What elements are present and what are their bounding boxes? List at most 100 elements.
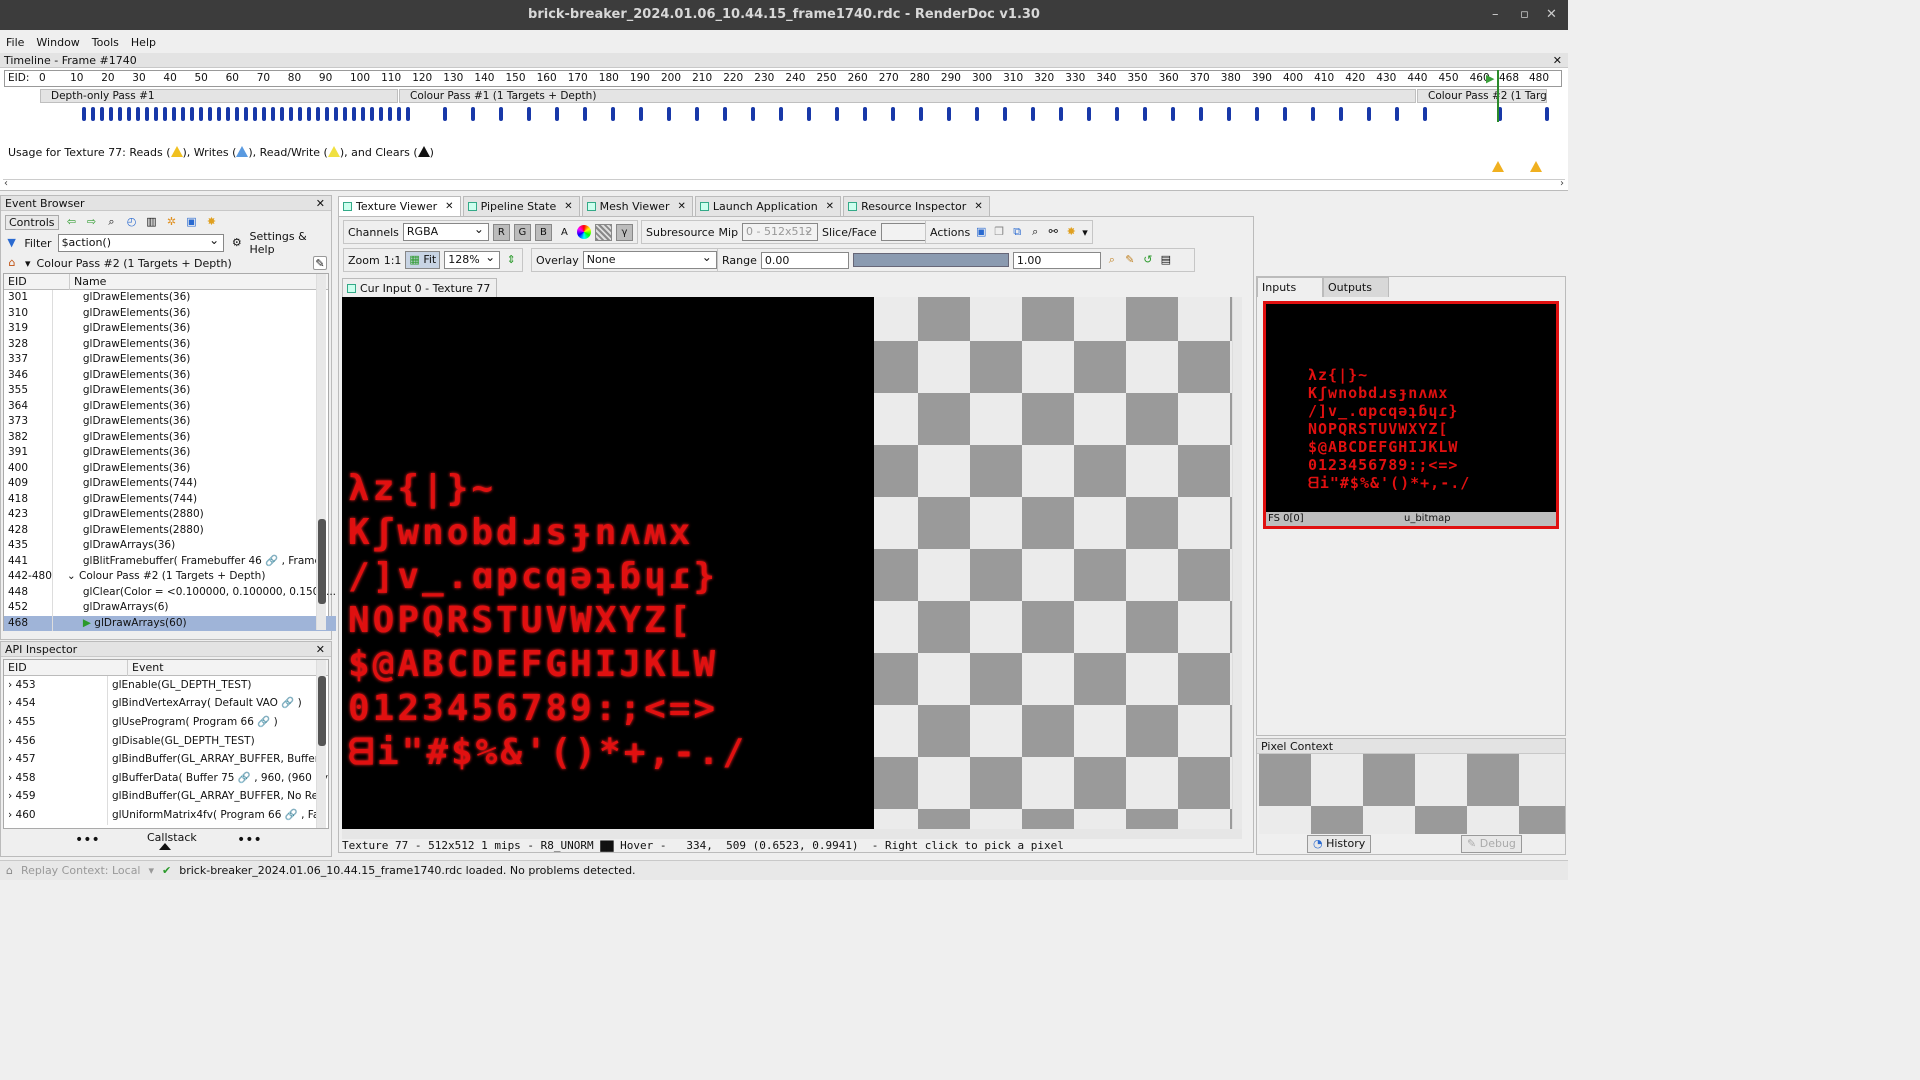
- event-marker[interactable]: [1087, 107, 1091, 121]
- event-row[interactable]: 441 glBlitFramebuffer( Framebuffer 46 🔗 ,…: [4, 553, 336, 569]
- mip-select[interactable]: 0 - 512x512: [742, 221, 819, 241]
- event-row[interactable]: 428 glDrawElements(2880): [4, 522, 336, 538]
- settings-star-icon[interactable]: ✸: [1064, 225, 1078, 239]
- tab-inputs[interactable]: Inputs: [1257, 277, 1323, 297]
- event-marker[interactable]: [1143, 107, 1147, 121]
- event-marker[interactable]: [181, 107, 185, 121]
- event-marker[interactable]: [527, 107, 531, 121]
- event-marker[interactable]: [406, 107, 410, 121]
- event-marker[interactable]: [723, 107, 727, 121]
- event-marker[interactable]: [199, 107, 203, 121]
- close-icon[interactable]: ✕: [316, 642, 325, 657]
- read-usage-marker-icon[interactable]: [1530, 161, 1542, 172]
- pixel-context-view[interactable]: [1259, 754, 1565, 834]
- event-marker[interactable]: [1059, 107, 1063, 121]
- event-row[interactable]: 452 glDrawArrays(6): [4, 600, 336, 616]
- api-row[interactable]: › 460 glUniformMatrix4fv( Program 66 🔗 , …: [4, 806, 328, 825]
- event-marker[interactable]: [695, 107, 699, 121]
- minimize-icon[interactable]: –: [1492, 0, 1499, 30]
- event-marker[interactable]: [471, 107, 475, 121]
- tab-cur-input[interactable]: Cur Input 0 - Texture 77: [342, 278, 498, 297]
- event-marker[interactable]: [217, 107, 221, 121]
- close-icon[interactable]: ✕: [1553, 53, 1562, 68]
- column-name[interactable]: Name: [70, 274, 318, 290]
- api-row[interactable]: › 459 glBindBuffer(GL_ARRAY_BUFFER, No Re…: [4, 787, 328, 807]
- chevron-right-icon[interactable]: ›: [8, 790, 16, 802]
- close-icon[interactable]: ✕: [445, 197, 453, 216]
- channel-g-toggle[interactable]: G: [513, 223, 531, 241]
- event-marker[interactable]: [779, 107, 783, 121]
- event-marker[interactable]: [639, 107, 643, 121]
- chevron-right-icon[interactable]: ›: [8, 772, 16, 784]
- event-row[interactable]: 364 glDrawElements(36): [4, 398, 336, 414]
- event-marker[interactable]: [1255, 107, 1259, 121]
- texture-thumbnail[interactable]: λz{|}~ Kʃwnobdɹsɟnʌʍx/]v_.ɑpcqǝʇɓɥɾ} NOPQR…: [1263, 301, 1559, 529]
- binoculars-icon[interactable]: ⌕: [1028, 225, 1042, 239]
- close-icon[interactable]: ✕: [974, 197, 982, 216]
- event-row[interactable]: 423 glDrawElements(2880): [4, 507, 336, 523]
- close-icon[interactable]: ✕: [316, 196, 325, 211]
- api-row[interactable]: › 457 glBindBuffer(GL_ARRAY_BUFFER, Buffe…: [4, 750, 328, 769]
- home-icon[interactable]: ⌂: [5, 256, 19, 270]
- range-min-input[interactable]: 0.00: [760, 251, 849, 269]
- event-marker[interactable]: [280, 107, 284, 121]
- find-icon[interactable]: ⌕: [105, 215, 119, 229]
- event-marker[interactable]: [1395, 107, 1399, 121]
- event-marker[interactable]: [334, 107, 338, 121]
- chevron-right-icon[interactable]: ›: [8, 753, 16, 765]
- link-icon[interactable]: ⚯: [1046, 225, 1060, 239]
- event-marker[interactable]: [190, 107, 194, 121]
- event-marker[interactable]: [118, 107, 122, 121]
- event-row[interactable]: 468 ▶ glDrawArrays(60): [4, 615, 337, 631]
- close-icon[interactable]: ✕: [1546, 0, 1557, 30]
- filter-input[interactable]: $action(): [57, 232, 225, 252]
- event-marker[interactable]: [361, 107, 365, 121]
- tab-resource-inspector[interactable]: Resource Inspector ✕: [843, 196, 990, 216]
- gamma-icon[interactable]: γ: [615, 223, 633, 241]
- event-row[interactable]: 409 glDrawElements(744): [4, 476, 336, 492]
- bookmark-icon[interactable]: ✸: [205, 215, 219, 229]
- maximize-icon[interactable]: ▫: [1520, 0, 1529, 30]
- auto-fit-icon[interactable]: ✎: [1123, 253, 1137, 267]
- event-marker[interactable]: [807, 107, 811, 121]
- api-list-scrollbar[interactable]: [316, 660, 326, 828]
- viewport-vscrollbar[interactable]: [1232, 297, 1242, 829]
- back-arrow-icon[interactable]: ⇦: [65, 215, 79, 229]
- event-tree-scrollbar[interactable]: [316, 274, 326, 630]
- pass-depth-only[interactable]: Depth-only Pass #1: [40, 89, 398, 103]
- event-marker[interactable]: [1031, 107, 1035, 121]
- timeline-scrollbar[interactable]: ‹ ›: [3, 178, 1565, 190]
- stats-icon[interactable]: ▥: [145, 215, 159, 229]
- forward-arrow-icon[interactable]: ⇨: [85, 215, 99, 229]
- close-icon[interactable]: ✕: [677, 197, 685, 216]
- event-marker[interactable]: [583, 107, 587, 121]
- chevron-right-icon[interactable]: ›: [8, 679, 16, 691]
- event-marker[interactable]: [163, 107, 167, 121]
- event-marker[interactable]: [1367, 107, 1371, 121]
- event-marker[interactable]: [397, 107, 401, 121]
- event-row[interactable]: 301 glDrawElements(36): [4, 290, 336, 306]
- event-marker[interactable]: [253, 107, 257, 121]
- event-row[interactable]: 448 glClear(Color = <0.100000, 0.100000, …: [4, 584, 336, 600]
- menu-file[interactable]: File: [6, 36, 24, 49]
- range-slider[interactable]: [852, 253, 1009, 267]
- event-marker[interactable]: [208, 107, 212, 121]
- event-marker[interactable]: [100, 107, 104, 121]
- channel-b-toggle[interactable]: B: [534, 223, 552, 241]
- event-marker[interactable]: [82, 107, 86, 121]
- event-marker[interactable]: [109, 107, 113, 121]
- event-marker[interactable]: [443, 107, 447, 121]
- event-marker[interactable]: [244, 107, 248, 121]
- event-marker[interactable]: [379, 107, 383, 121]
- tab-texture-viewer[interactable]: Texture Viewer ✕: [338, 196, 461, 216]
- event-marker[interactable]: [91, 107, 95, 121]
- event-row[interactable]: 310 glDrawElements(36): [4, 305, 336, 321]
- channels-select[interactable]: RGBA: [402, 221, 489, 241]
- event-row[interactable]: 355 glDrawElements(36): [4, 383, 336, 399]
- event-marker[interactable]: [388, 107, 392, 121]
- gear-icon[interactable]: ✲: [165, 215, 179, 229]
- event-marker[interactable]: [127, 107, 131, 121]
- event-row[interactable]: 382 glDrawElements(36): [4, 429, 336, 445]
- chevron-right-icon[interactable]: ›: [8, 809, 16, 821]
- close-icon[interactable]: ✕: [826, 197, 834, 216]
